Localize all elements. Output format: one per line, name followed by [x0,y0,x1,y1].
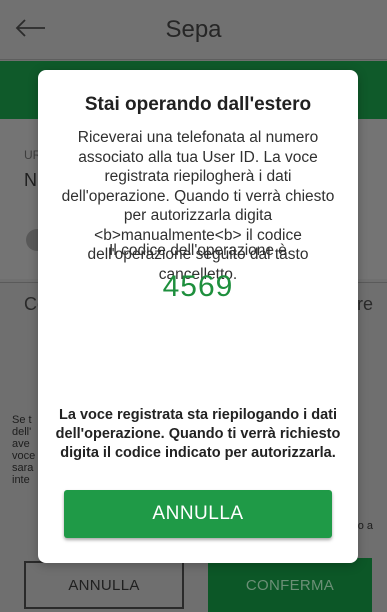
confirm-button[interactable]: CONFERMA [208,558,372,612]
foreign-operation-dialog: Stai operando dall'estero Riceverai una … [38,70,358,563]
dialog-cancel-button[interactable]: ANNULLA [64,490,332,538]
dialog-message: Riceverai una telefonata al numero assoc… [61,129,335,283]
operation-code-label: Il codice dell'operazione è [109,242,287,259]
section-label-right: re [356,294,373,314]
dialog-note: La voce registrata sta riepilogando i da… [55,407,341,461]
operation-code: 4569 [162,270,234,303]
field-value: N [24,170,37,190]
app-bar: Sepa [0,0,387,60]
dialog-title: Stai operando dall'estero [84,94,312,115]
cancel-button[interactable]: ANNULLA [24,561,184,609]
page-title: Sepa [165,16,222,43]
